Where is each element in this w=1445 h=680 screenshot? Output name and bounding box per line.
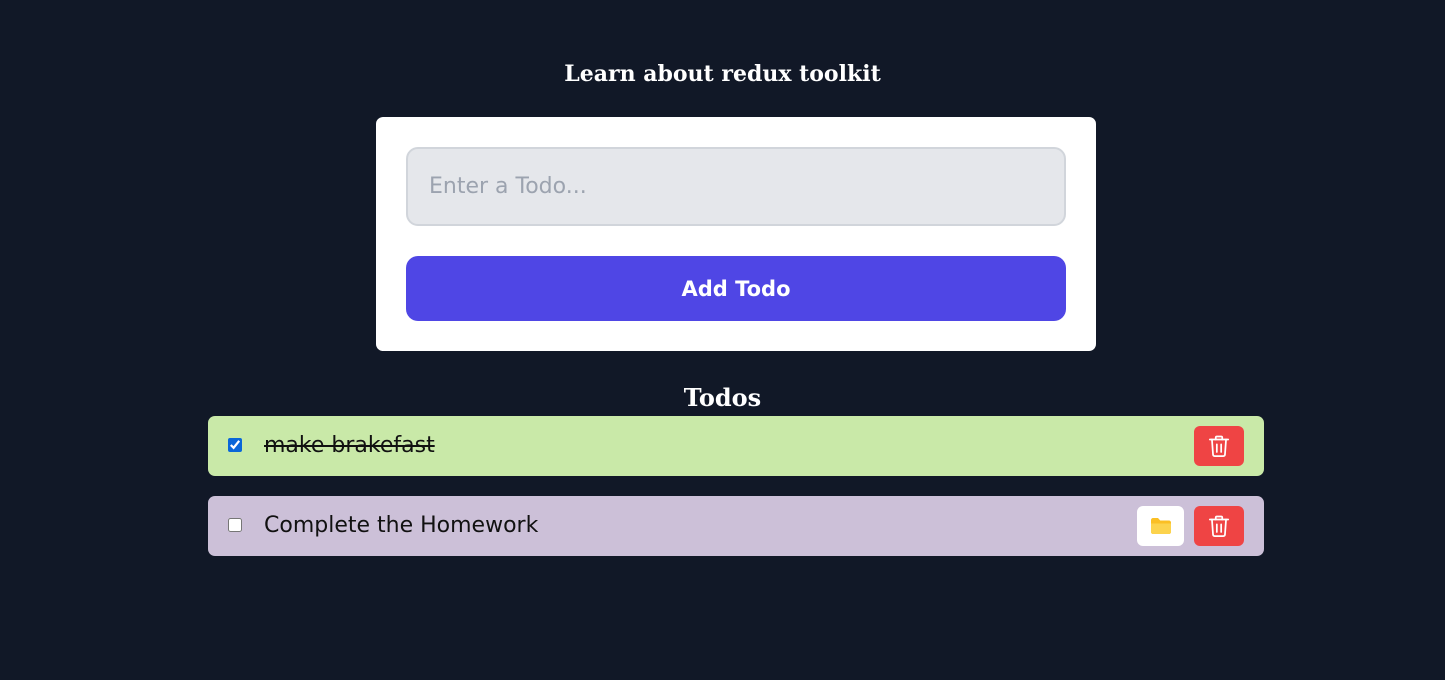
trash-icon [1206,513,1232,539]
add-todo-button[interactable]: Add Todo [406,256,1066,321]
todos-heading: Todos [683,382,762,412]
todo-item: make brakefast [208,416,1264,476]
delete-todo-button[interactable] [1194,506,1244,546]
todo-complete-checkbox[interactable] [228,518,242,532]
todo-list: make brakefast Complete the Homework [208,416,1264,576]
todo-item: Complete the Homework [208,496,1264,556]
todo-complete-checkbox[interactable] [228,438,242,452]
page-title: Learn about redux toolkit [564,60,881,87]
todo-input[interactable] [406,147,1066,226]
delete-todo-button[interactable] [1194,426,1244,466]
add-todo-form: Add Todo [376,117,1096,351]
todo-text: Complete the Homework [264,513,539,538]
todo-text: make brakefast [264,433,435,458]
trash-icon [1206,433,1232,459]
edit-todo-button[interactable] [1137,506,1184,546]
folder-icon [1150,517,1172,535]
